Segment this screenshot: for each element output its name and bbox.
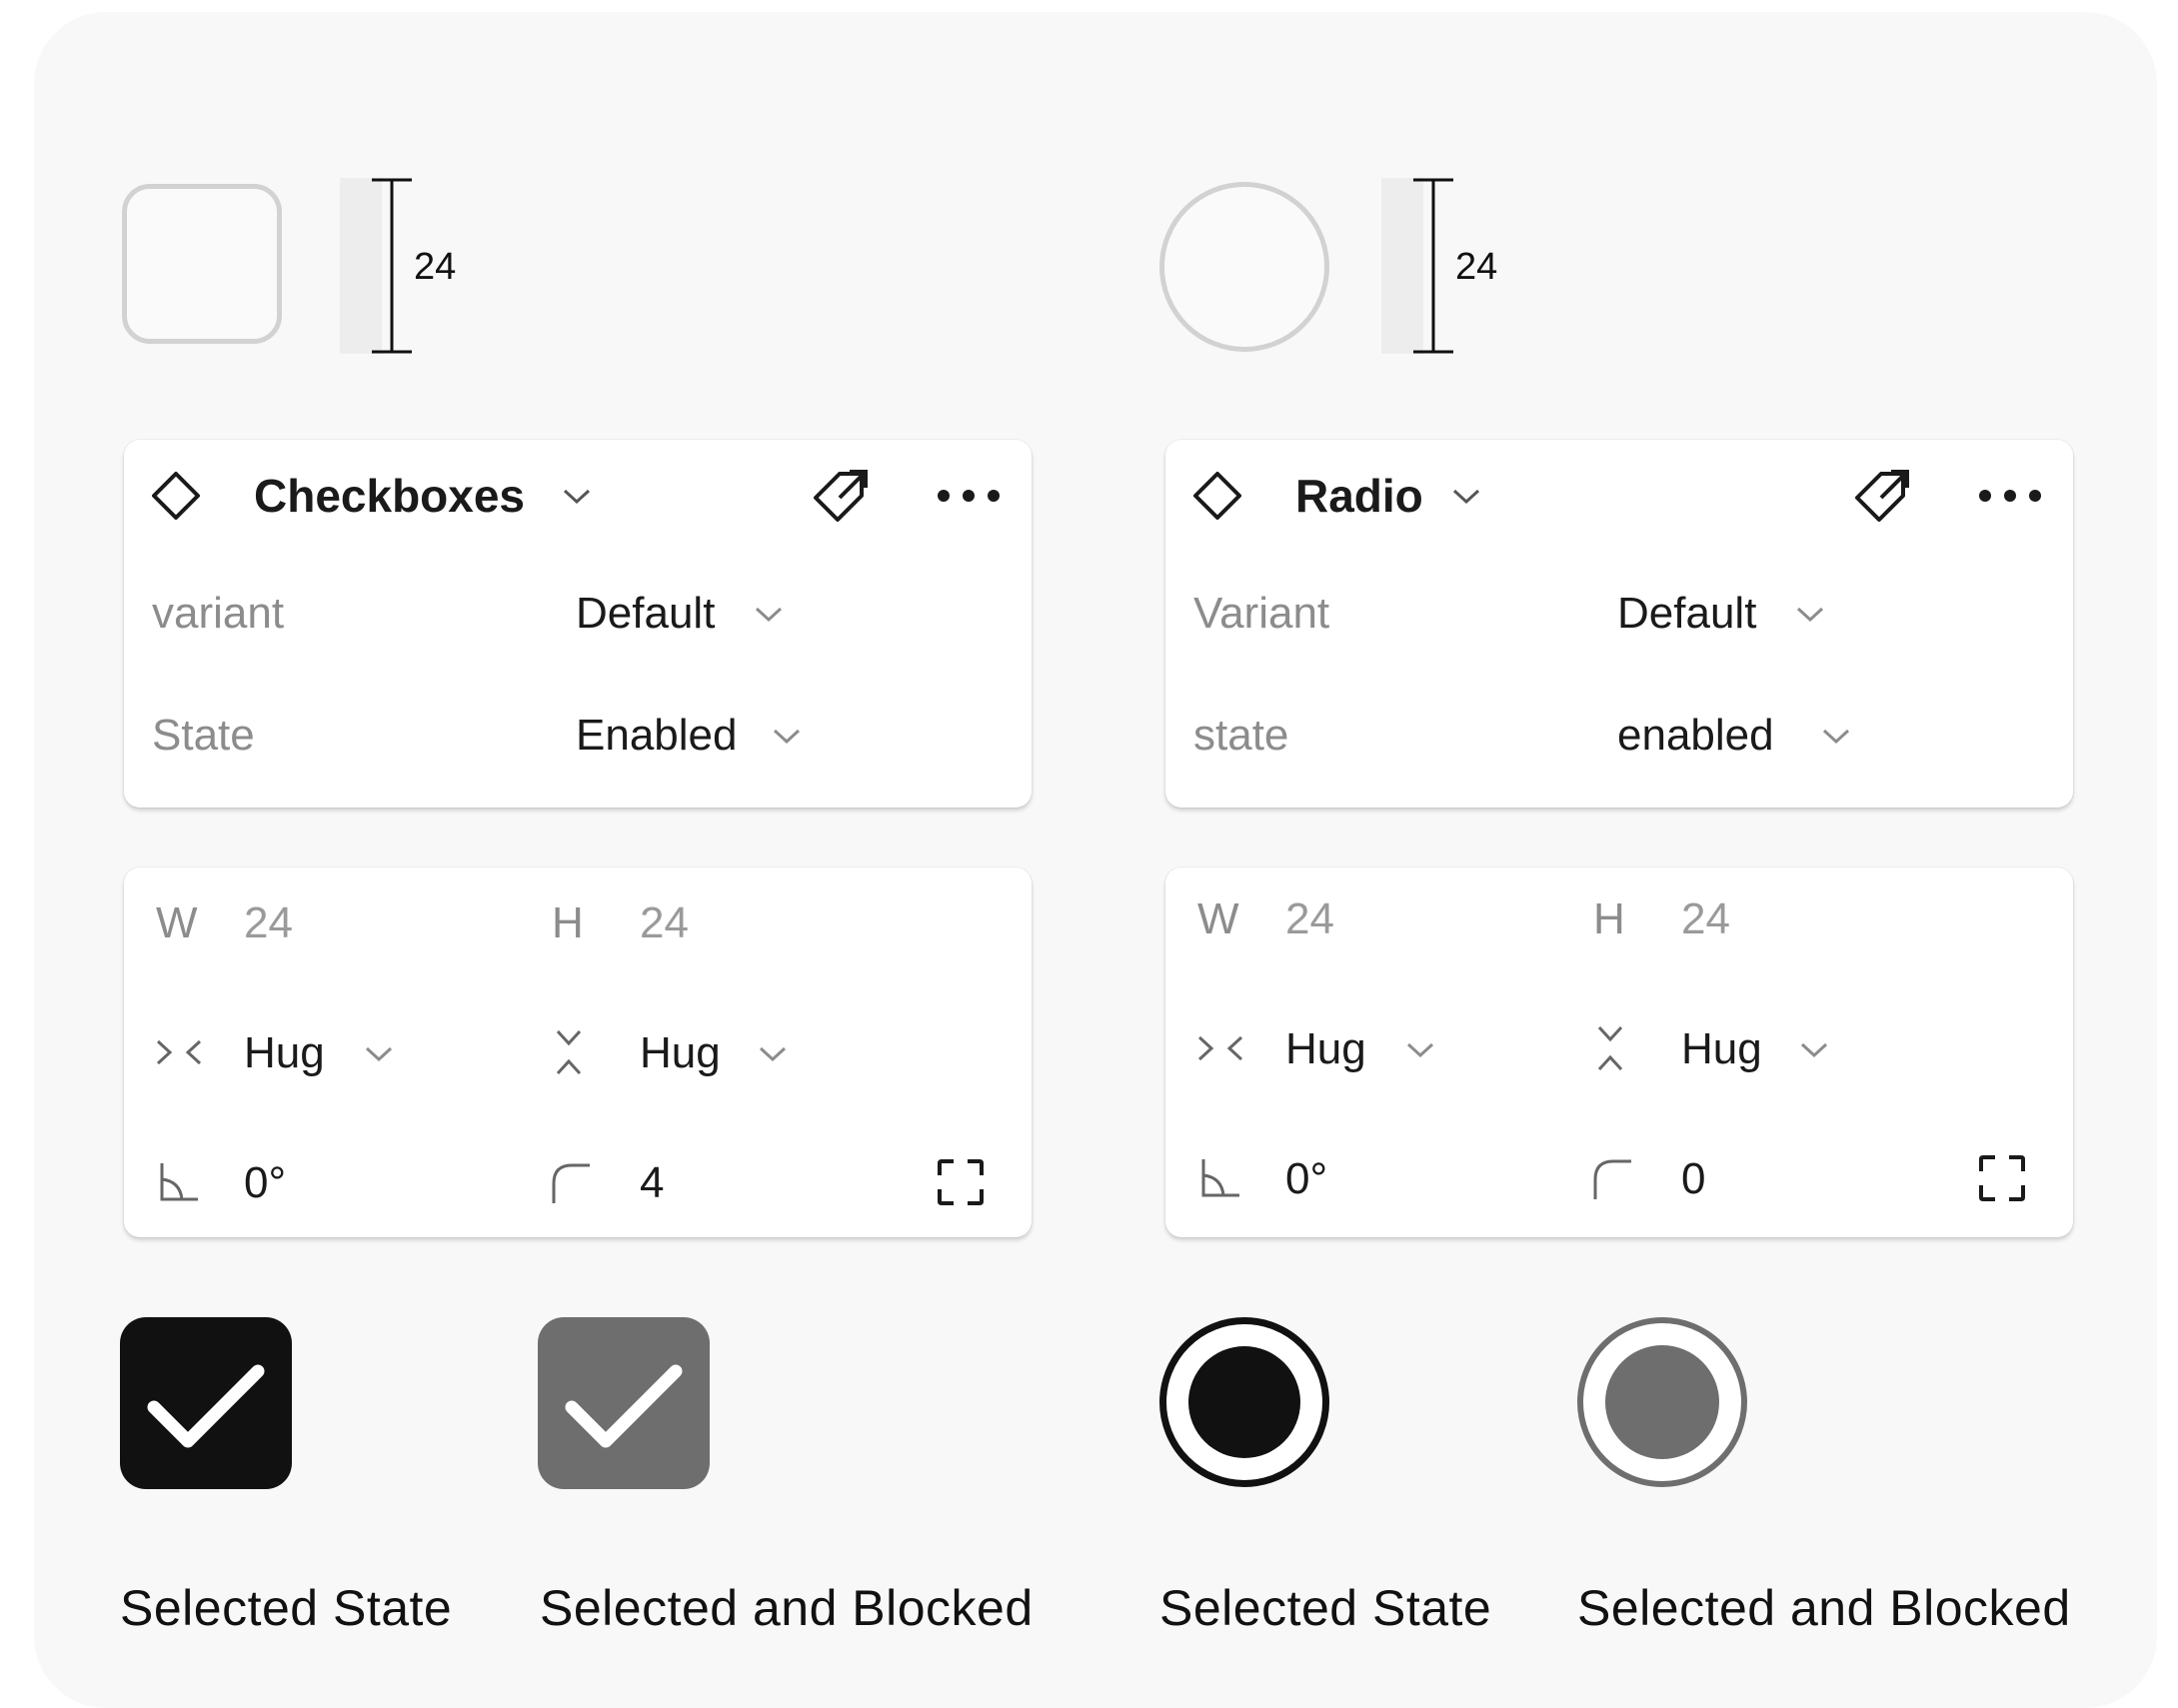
height-measure-label: 24 — [414, 246, 457, 288]
go-to-main-component-icon[interactable] — [1851, 464, 1915, 528]
radio-selected[interactable] — [1159, 1317, 1329, 1487]
height-measure-label: 24 — [1455, 246, 1498, 288]
corner-radius-icon — [552, 1163, 590, 1203]
chevron-down-icon[interactable] — [754, 606, 784, 624]
corner-radius-field[interactable]: 0 — [1681, 1153, 1705, 1205]
height-measure-icon — [372, 178, 412, 354]
rotation-icon — [160, 1163, 198, 1201]
component-properties-panel: Checkboxes variant Default State Enabled — [124, 440, 1032, 808]
chevron-down-icon[interactable] — [1405, 1041, 1435, 1059]
property-label-variant: variant — [152, 589, 285, 638]
state-caption: Selected State — [1159, 1580, 1492, 1636]
state-caption: Selected and Blocked — [1577, 1580, 2071, 1636]
component-diamond-icon — [1193, 472, 1241, 520]
hug-horizontal-icon — [1197, 1035, 1243, 1061]
chevron-down-icon[interactable] — [1799, 1041, 1829, 1059]
checkbox-selected-blocked — [538, 1317, 710, 1489]
height-sizing-value[interactable]: Hug — [640, 1027, 721, 1079]
property-value-variant[interactable]: Default — [576, 588, 715, 640]
radio-unselected[interactable] — [1159, 182, 1329, 352]
more-horizontal-icon[interactable] — [1977, 486, 2043, 506]
chevron-down-icon[interactable] — [758, 1045, 788, 1063]
component-diamond-icon — [152, 472, 200, 520]
chevron-down-icon[interactable] — [772, 728, 802, 746]
checkbox-selected[interactable] — [120, 1317, 292, 1489]
radio-dot — [1188, 1346, 1300, 1458]
chevron-down-icon[interactable] — [1795, 606, 1825, 624]
height-field[interactable]: 24 — [640, 897, 689, 949]
property-label-state: state — [1193, 711, 1289, 760]
width-label: W — [156, 898, 198, 947]
property-value-state[interactable]: enabled — [1617, 710, 1774, 762]
checkbox-unselected[interactable] — [122, 184, 282, 344]
width-field[interactable]: 24 — [1285, 893, 1334, 945]
more-horizontal-icon[interactable] — [936, 486, 1002, 506]
checkmark-icon — [147, 1364, 265, 1448]
property-label-variant: Variant — [1193, 589, 1330, 638]
radio-dot — [1605, 1345, 1719, 1459]
height-sizing-value[interactable]: Hug — [1681, 1023, 1762, 1075]
size-panel: W 24 H 24 Hug Hug 0° 4 — [124, 867, 1032, 1237]
hug-horizontal-icon — [156, 1039, 202, 1065]
property-value-state[interactable]: Enabled — [576, 710, 737, 762]
radio-column: 24 Radio Variant Default state enabled W… — [1159, 0, 2079, 1708]
radio-selected-blocked — [1577, 1317, 1747, 1487]
height-measure-icon — [1413, 178, 1453, 354]
width-sizing-value[interactable]: Hug — [244, 1027, 325, 1079]
width-label: W — [1197, 894, 1239, 943]
hug-vertical-icon — [1597, 1025, 1623, 1071]
height-field[interactable]: 24 — [1681, 893, 1730, 945]
checkbox-column: 24 Checkboxes variant Default State Enab… — [118, 0, 1038, 1708]
property-value-variant[interactable]: Default — [1617, 588, 1756, 640]
go-to-main-component-icon[interactable] — [810, 464, 874, 528]
state-caption: Selected and Blocked — [540, 1580, 1034, 1636]
height-label: H — [552, 898, 584, 947]
rotation-field[interactable]: 0° — [244, 1157, 286, 1209]
component-title: Radio — [1295, 470, 1423, 522]
component-title: Checkboxes — [254, 470, 526, 522]
chevron-down-icon[interactable] — [562, 488, 592, 506]
corner-radius-icon — [1593, 1159, 1631, 1199]
independent-corners-icon[interactable] — [1977, 1153, 2027, 1203]
rotation-icon — [1201, 1159, 1239, 1197]
rotation-field[interactable]: 0° — [1285, 1153, 1327, 1205]
width-field[interactable]: 24 — [244, 897, 293, 949]
hug-vertical-icon — [556, 1029, 582, 1075]
independent-corners-icon[interactable] — [936, 1157, 986, 1207]
size-panel: W 24 H 24 Hug Hug 0° 0 — [1165, 867, 2073, 1237]
component-properties-panel: Radio Variant Default state enabled — [1165, 440, 2073, 808]
chevron-down-icon[interactable] — [1821, 728, 1851, 746]
state-caption: Selected State — [120, 1580, 453, 1636]
height-label: H — [1593, 894, 1625, 943]
chevron-down-icon[interactable] — [364, 1045, 394, 1063]
corner-radius-field[interactable]: 4 — [640, 1157, 664, 1209]
chevron-down-icon[interactable] — [1451, 488, 1481, 506]
checkmark-icon — [565, 1364, 683, 1448]
property-label-state: State — [152, 711, 255, 760]
width-sizing-value[interactable]: Hug — [1285, 1023, 1366, 1075]
